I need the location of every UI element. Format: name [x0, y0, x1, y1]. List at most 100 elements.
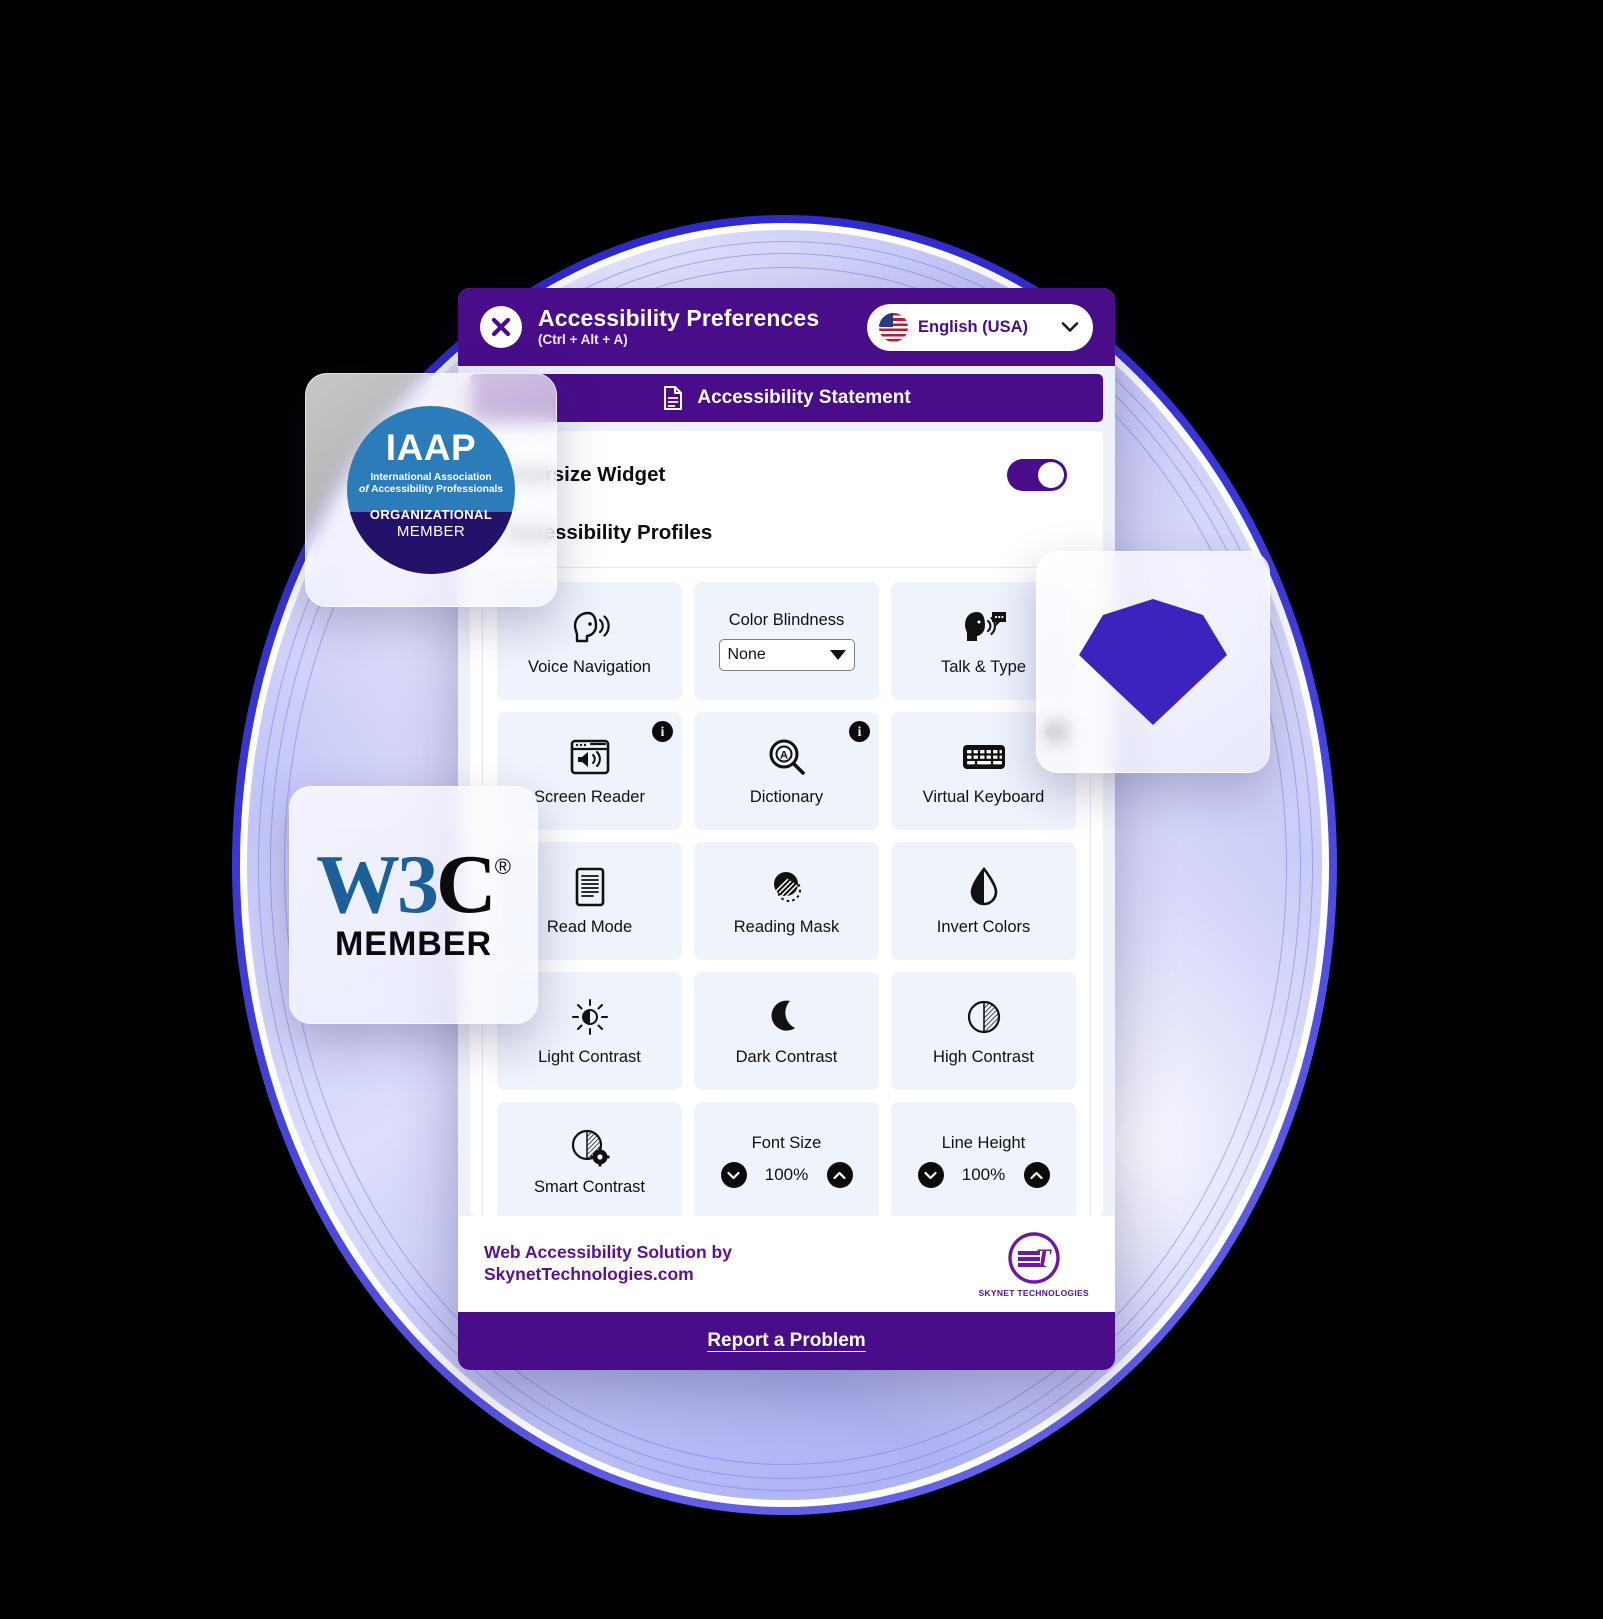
language-label: English (USA) [918, 317, 1028, 336]
w3c-badge: W3 C ® MEMBER [316, 837, 511, 964]
chevron-down-icon [924, 1171, 937, 1180]
widget-footer: Web Accessibility Solution by SkynetTech… [458, 1216, 1115, 1312]
gem-badge-card [1036, 551, 1270, 773]
iaap-member-label: MEMBER [396, 523, 466, 540]
caret-down-icon [829, 650, 846, 661]
info-icon[interactable]: i [652, 721, 673, 742]
diamond-gem-icon [1079, 599, 1227, 725]
line-height-stepper: 100% [917, 1162, 1050, 1189]
screen-reader-icon [569, 736, 611, 778]
w3c-member-label: MEMBER [334, 925, 493, 964]
tile-label: Voice Navigation [528, 657, 651, 676]
contrast-gear-icon [569, 1126, 611, 1168]
tile-label: Light Contrast [538, 1047, 641, 1066]
iaap-line2: of Accessibility Professionals [358, 484, 503, 495]
w3c-mark-black: C [436, 837, 497, 931]
widget-body: Oversize Widget Accessibility Profiles V… [470, 431, 1103, 1216]
toggle-knob [1038, 462, 1064, 488]
tile-label: Talk & Type [941, 657, 1026, 676]
w3c-mark-blue: W3 [316, 837, 439, 931]
font-size-decrease-button[interactable] [720, 1162, 747, 1189]
font-size-increase-button[interactable] [826, 1162, 853, 1189]
iaap-org-label: ORGANIZATIONAL [369, 507, 493, 522]
tile-label: High Contrast [933, 1047, 1034, 1066]
language-selector[interactable]: English (USA) [867, 303, 1093, 351]
tile-label: Smart Contrast [534, 1177, 645, 1196]
info-icon[interactable]: i [849, 721, 870, 742]
tile-line-height[interactable]: Line Height 100% [891, 1102, 1076, 1216]
tiles-card: Voice Navigation Color Blindness None Ta… [482, 567, 1091, 1216]
chevron-up-icon [833, 1171, 846, 1180]
reading-mask-icon [766, 866, 808, 908]
widget-header: Accessibility Preferences (Ctrl + Alt + … [458, 288, 1115, 366]
footer-credit[interactable]: Web Accessibility Solution by SkynetTech… [484, 1242, 732, 1286]
document-lines-icon [574, 866, 606, 908]
footer-credit-line1: Web Accessibility Solution by [484, 1242, 732, 1263]
close-x-icon [491, 317, 511, 337]
iaap-badge-content: IAAP International Association of Access… [347, 406, 515, 574]
tile-label: Font Size [751, 1133, 822, 1152]
tiles-grid: Voice Navigation Color Blindness None Ta… [497, 582, 1076, 1216]
oversize-widget-row: Oversize Widget [470, 431, 1103, 491]
document-icon [664, 386, 683, 410]
footer-credit-line2: SkynetTechnologies.com [484, 1264, 694, 1284]
iaap-badge-card: IAAP International Association of Access… [305, 373, 557, 607]
skynet-logo: T SKYNET TECHNOLOGIES [978, 1231, 1089, 1298]
line-height-increase-button[interactable] [1023, 1162, 1050, 1189]
statement-label: Accessibility Statement [697, 387, 911, 408]
svg-text:T: T [1035, 1244, 1052, 1273]
page-title: Accessibility Preferences [538, 304, 820, 331]
tile-label: Virtual Keyboard [922, 787, 1045, 806]
usa-flag-icon [879, 312, 908, 342]
w3c-mark: W3 C ® [316, 837, 511, 931]
svg-text:A: A [780, 749, 788, 761]
header-titles: Accessibility Preferences (Ctrl + Alt + … [538, 304, 851, 348]
tile-label: Read Mode [546, 917, 633, 936]
chevron-down-icon [1061, 322, 1079, 332]
font-size-value: 100% [764, 1165, 809, 1185]
speaking-head-icon [567, 606, 613, 648]
oversize-widget-toggle[interactable] [1007, 459, 1067, 491]
line-height-decrease-button[interactable] [917, 1162, 944, 1189]
tile-invert-colors[interactable]: Invert Colors [891, 842, 1076, 960]
tile-color-blindness[interactable]: Color Blindness None [694, 582, 879, 700]
tile-smart-contrast[interactable]: Smart Contrast [497, 1102, 682, 1216]
keyboard-shortcut: (Ctrl + Alt + A) [538, 332, 628, 348]
tile-dark-contrast[interactable]: Dark Contrast [694, 972, 879, 1090]
keyboard-icon [961, 736, 1007, 778]
contrast-circle-icon [965, 996, 1003, 1038]
line-height-value: 100% [961, 1165, 1006, 1185]
tile-dictionary[interactable]: i A Dictionary [694, 712, 879, 830]
tile-high-contrast[interactable]: High Contrast [891, 972, 1076, 1090]
dictionary-search-icon: A [767, 736, 807, 778]
skynet-logo-name: SKYNET TECHNOLOGIES [978, 1287, 1089, 1298]
color-blindness-select[interactable]: None [718, 639, 855, 672]
iaap-badge: IAAP International Association of Access… [347, 406, 515, 574]
sun-icon [571, 996, 609, 1038]
talk-type-icon [960, 606, 1008, 648]
moon-icon [769, 996, 805, 1038]
tile-reading-mask[interactable]: Reading Mask [694, 842, 879, 960]
registered-trademark-icon: ® [494, 853, 511, 879]
iaap-acronym: IAAP [385, 427, 477, 468]
droplet-half-icon [968, 866, 1000, 908]
tile-label: Invert Colors [936, 917, 1031, 936]
color-blindness-value: None [727, 646, 766, 664]
chevron-down-icon [727, 1171, 740, 1180]
tile-label: Line Height [941, 1133, 1026, 1152]
report-problem-bar[interactable]: Report a Problem [458, 1312, 1115, 1370]
tile-label: Dark Contrast [735, 1047, 838, 1066]
w3c-badge-card: W3 C ® MEMBER [289, 786, 538, 1024]
chevron-up-icon [1030, 1171, 1043, 1180]
close-button[interactable] [480, 306, 522, 348]
tile-font-size[interactable]: Font Size 100% [694, 1102, 879, 1216]
accessibility-statement-button[interactable]: Accessibility Statement [470, 374, 1103, 422]
tile-label: Color Blindness [728, 610, 845, 629]
font-size-stepper: 100% [720, 1162, 853, 1189]
iaap-line1: International Association [370, 472, 492, 483]
tile-label: Screen Reader [534, 787, 645, 806]
accessibility-profiles-row[interactable]: Accessibility Profiles [470, 491, 1103, 545]
tile-label: Dictionary [749, 787, 824, 806]
tile-label: Reading Mask [733, 917, 840, 936]
skynet-mark-icon: T [1008, 1231, 1060, 1284]
